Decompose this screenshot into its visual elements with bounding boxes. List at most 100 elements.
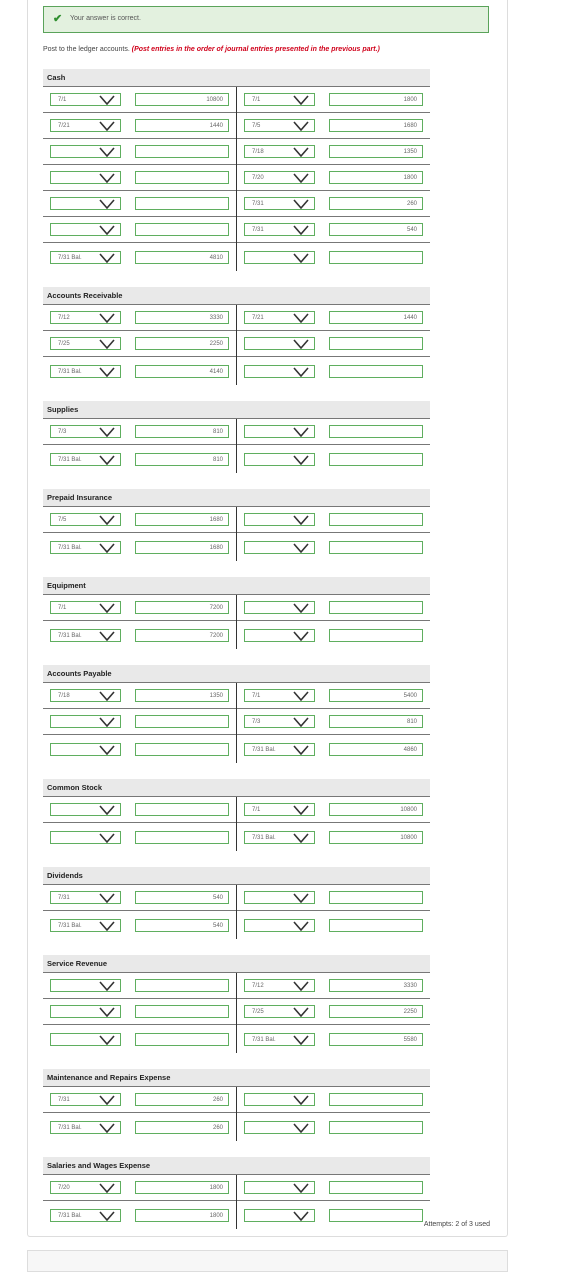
credit-amount-input[interactable] <box>329 251 423 264</box>
debit-date-select[interactable]: 7/18 <box>50 689 121 702</box>
debit-date-select[interactable] <box>50 743 121 756</box>
credit-date-select[interactable] <box>244 365 315 378</box>
debit-date-select[interactable]: 7/31 Bal. <box>50 919 121 932</box>
credit-date-select[interactable] <box>244 453 315 466</box>
credit-date-select[interactable]: 7/31 <box>244 197 315 210</box>
debit-date-select[interactable]: 7/20 <box>50 1181 121 1194</box>
debit-date-select[interactable]: 7/31 <box>50 1093 121 1106</box>
debit-date-select[interactable]: 7/1 <box>50 601 121 614</box>
debit-amount-input[interactable] <box>135 743 229 756</box>
credit-amount-input[interactable]: 1440 <box>329 311 423 324</box>
debit-date-select[interactable]: 7/31 <box>50 891 121 904</box>
credit-amount-input[interactable]: 5580 <box>329 1033 423 1046</box>
credit-amount-input[interactable]: 540 <box>329 223 423 236</box>
debit-date-select[interactable]: 7/5 <box>50 513 121 526</box>
debit-date-select[interactable]: 7/31 Bal. <box>50 365 121 378</box>
credit-amount-input[interactable] <box>329 919 423 932</box>
credit-date-select[interactable]: 7/31 Bal. <box>244 831 315 844</box>
debit-amount-input[interactable] <box>135 803 229 816</box>
credit-amount-input[interactable]: 810 <box>329 715 423 728</box>
credit-date-select[interactable]: 7/31 Bal. <box>244 1033 315 1046</box>
credit-date-select[interactable] <box>244 1121 315 1134</box>
credit-date-select[interactable] <box>244 1209 315 1222</box>
debit-amount-input[interactable] <box>135 831 229 844</box>
credit-date-select[interactable]: 7/25 <box>244 1005 315 1018</box>
debit-amount-input[interactable]: 2250 <box>135 337 229 350</box>
credit-date-select[interactable]: 7/1 <box>244 93 315 106</box>
credit-amount-input[interactable]: 1800 <box>329 93 423 106</box>
debit-date-select[interactable]: 7/31 Bal. <box>50 251 121 264</box>
credit-date-select[interactable]: 7/31 <box>244 223 315 236</box>
debit-amount-input[interactable]: 260 <box>135 1121 229 1134</box>
debit-amount-input[interactable] <box>135 171 229 184</box>
credit-date-select[interactable]: 7/12 <box>244 979 315 992</box>
debit-date-select[interactable]: 7/21 <box>50 119 121 132</box>
credit-amount-input[interactable] <box>329 541 423 554</box>
credit-date-select[interactable] <box>244 541 315 554</box>
credit-date-select[interactable]: 7/18 <box>244 145 315 158</box>
debit-amount-input[interactable]: 1680 <box>135 513 229 526</box>
credit-amount-input[interactable]: 10800 <box>329 831 423 844</box>
credit-date-select[interactable] <box>244 337 315 350</box>
debit-date-select[interactable] <box>50 145 121 158</box>
credit-date-select[interactable]: 7/1 <box>244 803 315 816</box>
debit-amount-input[interactable]: 540 <box>135 891 229 904</box>
debit-amount-input[interactable]: 1440 <box>135 119 229 132</box>
debit-date-select[interactable] <box>50 171 121 184</box>
debit-amount-input[interactable] <box>135 197 229 210</box>
credit-amount-input[interactable]: 1680 <box>329 119 423 132</box>
credit-amount-input[interactable] <box>329 891 423 904</box>
debit-date-select[interactable] <box>50 831 121 844</box>
debit-date-select[interactable]: 7/25 <box>50 337 121 350</box>
credit-amount-input[interactable] <box>329 365 423 378</box>
debit-amount-input[interactable]: 4810 <box>135 251 229 264</box>
credit-amount-input[interactable] <box>329 1121 423 1134</box>
debit-date-select[interactable]: 7/31 Bal. <box>50 1209 121 1222</box>
credit-date-select[interactable] <box>244 1093 315 1106</box>
debit-amount-input[interactable]: 7200 <box>135 629 229 642</box>
credit-amount-input[interactable]: 1800 <box>329 171 423 184</box>
credit-amount-input[interactable] <box>329 1093 423 1106</box>
debit-amount-input[interactable]: 540 <box>135 919 229 932</box>
credit-amount-input[interactable]: 5400 <box>329 689 423 702</box>
credit-date-select[interactable]: 7/1 <box>244 689 315 702</box>
credit-date-select[interactable] <box>244 919 315 932</box>
credit-amount-input[interactable]: 2250 <box>329 1005 423 1018</box>
debit-amount-input[interactable]: 1800 <box>135 1181 229 1194</box>
credit-date-select[interactable] <box>244 601 315 614</box>
debit-date-select[interactable] <box>50 1005 121 1018</box>
credit-amount-input[interactable]: 4860 <box>329 743 423 756</box>
credit-date-select[interactable]: 7/3 <box>244 715 315 728</box>
debit-amount-input[interactable]: 810 <box>135 453 229 466</box>
credit-amount-input[interactable]: 3330 <box>329 979 423 992</box>
debit-date-select[interactable]: 7/3 <box>50 425 121 438</box>
credit-date-select[interactable] <box>244 425 315 438</box>
credit-date-select[interactable]: 7/20 <box>244 171 315 184</box>
debit-date-select[interactable] <box>50 223 121 236</box>
credit-amount-input[interactable] <box>329 601 423 614</box>
credit-amount-input[interactable] <box>329 629 423 642</box>
debit-amount-input[interactable] <box>135 145 229 158</box>
credit-date-select[interactable] <box>244 1181 315 1194</box>
debit-amount-input[interactable]: 4140 <box>135 365 229 378</box>
debit-amount-input[interactable] <box>135 1005 229 1018</box>
credit-date-select[interactable]: 7/5 <box>244 119 315 132</box>
debit-date-select[interactable]: 7/31 Bal. <box>50 1121 121 1134</box>
debit-date-select[interactable]: 7/12 <box>50 311 121 324</box>
debit-date-select[interactable] <box>50 197 121 210</box>
credit-date-select[interactable] <box>244 513 315 526</box>
debit-amount-input[interactable] <box>135 223 229 236</box>
credit-amount-input[interactable]: 1350 <box>329 145 423 158</box>
debit-amount-input[interactable]: 3330 <box>135 311 229 324</box>
debit-amount-input[interactable] <box>135 979 229 992</box>
credit-amount-input[interactable] <box>329 1181 423 1194</box>
debit-date-select[interactable]: 7/31 Bal. <box>50 453 121 466</box>
credit-amount-input[interactable]: 10800 <box>329 803 423 816</box>
debit-date-select[interactable] <box>50 715 121 728</box>
credit-date-select[interactable] <box>244 629 315 642</box>
debit-amount-input[interactable]: 810 <box>135 425 229 438</box>
credit-amount-input[interactable] <box>329 425 423 438</box>
debit-amount-input[interactable]: 260 <box>135 1093 229 1106</box>
credit-amount-input[interactable]: 260 <box>329 197 423 210</box>
credit-date-select[interactable] <box>244 251 315 264</box>
